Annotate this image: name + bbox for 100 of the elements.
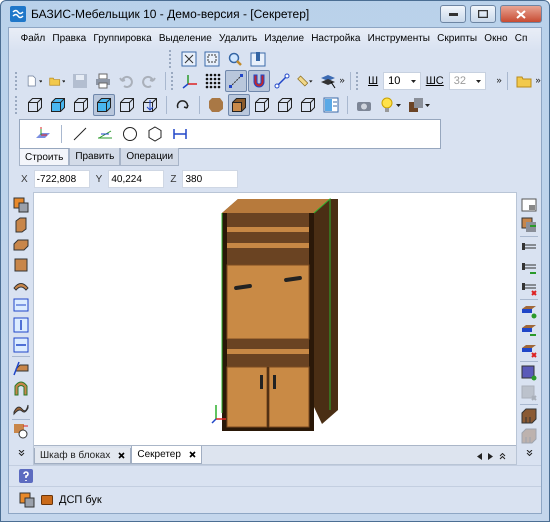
floppy-icon xyxy=(72,73,88,89)
circle-icon xyxy=(122,126,138,142)
chevron-icon[interactable] xyxy=(497,78,502,84)
menu-item[interactable]: Выделение xyxy=(155,33,216,44)
maximize-icon xyxy=(478,10,488,18)
window-title: БАЗИС-Мебельщик 10 - Демо-версия - [Секретер] xyxy=(31,7,310,21)
wood-texture-icon xyxy=(208,97,224,113)
cube-icon xyxy=(50,97,66,113)
help-icon[interactable] xyxy=(19,469,33,483)
menu-item[interactable]: Настройка xyxy=(308,33,364,44)
menu-item[interactable]: Изделие xyxy=(260,33,308,44)
field-label: Ш xyxy=(368,75,378,87)
fit-width-icon xyxy=(13,297,29,313)
coordinate-field[interactable]: -722,808 xyxy=(34,170,90,188)
boxes-icon xyxy=(408,97,424,113)
document-tab[interactable]: Секретер xyxy=(131,446,202,464)
close-icon[interactable] xyxy=(188,451,196,458)
fit-height-icon xyxy=(13,317,29,333)
chevron-icon[interactable] xyxy=(499,452,506,460)
document-icon xyxy=(26,73,38,89)
snap-icon xyxy=(228,73,244,89)
toolbar-button[interactable] xyxy=(519,216,539,234)
ruler-icon xyxy=(297,73,308,89)
toolbar-button[interactable] xyxy=(519,364,539,382)
wireframe-cube-icon xyxy=(254,97,270,113)
coordinate-field[interactable]: 380 xyxy=(182,170,238,188)
document-tab[interactable]: Шкаф в блоках xyxy=(34,448,132,464)
menu-item[interactable]: Файл xyxy=(17,33,49,44)
app-logo-icon xyxy=(10,6,26,22)
chevron-icon[interactable] xyxy=(536,78,541,84)
minimize-icon xyxy=(448,12,458,16)
panel-tab[interactable]: Операции xyxy=(120,148,180,166)
close-icon xyxy=(516,10,526,18)
wireframe-cube-icon xyxy=(27,97,43,113)
panel-edge-icon xyxy=(13,360,29,376)
menu-item[interactable]: Удалить xyxy=(215,33,261,44)
drawer-icon xyxy=(521,408,537,424)
coordinate-label: Z xyxy=(170,174,176,184)
panel-arrow-icon xyxy=(521,216,537,233)
box-plus-icon xyxy=(521,365,537,382)
hexagon-icon xyxy=(147,126,163,142)
dimension-icon xyxy=(172,126,188,142)
cube-arrows-icon xyxy=(142,97,158,113)
chevron-icon[interactable] xyxy=(526,450,532,456)
coordinate-field[interactable]: 40,224 xyxy=(108,170,164,188)
stacked-squares-icon xyxy=(13,197,29,213)
material-label: ДСП бук xyxy=(59,494,102,506)
material-swatch-icon xyxy=(41,495,53,505)
caret-icon xyxy=(396,104,401,106)
toolbar-button[interactable] xyxy=(11,296,31,314)
caret-icon xyxy=(38,80,42,82)
drawer-icon xyxy=(521,428,537,444)
step-field[interactable]: 10 xyxy=(383,72,421,90)
menu-item[interactable]: Группировка xyxy=(90,33,156,44)
maximize-button[interactable] xyxy=(470,5,496,23)
right-arrow-icon[interactable] xyxy=(488,452,493,460)
layers-icon xyxy=(320,73,336,89)
wood-cube-icon xyxy=(231,97,247,113)
box-cross-icon xyxy=(521,385,537,402)
caret-icon xyxy=(476,80,482,82)
zoom-icon xyxy=(227,51,243,67)
close-icon[interactable] xyxy=(118,452,126,459)
redo-icon xyxy=(141,73,158,89)
segment-icon xyxy=(274,73,290,89)
bulb-icon xyxy=(379,97,395,113)
toolbar-button[interactable] xyxy=(93,94,115,116)
shelf-cross-icon xyxy=(521,342,537,358)
printer-icon xyxy=(95,73,112,89)
chevron-icon[interactable] xyxy=(18,450,24,456)
caret-icon xyxy=(425,104,430,106)
toolbar-button[interactable] xyxy=(11,196,31,214)
plank-icon xyxy=(13,237,29,253)
arch-icon xyxy=(13,380,29,396)
coordinate-label: Y xyxy=(96,174,102,184)
panels-icon xyxy=(323,97,339,113)
toolbar-button[interactable] xyxy=(11,336,31,354)
toolbar-button[interactable] xyxy=(228,94,250,116)
close-button[interactable] xyxy=(500,5,542,23)
toolbar-button[interactable] xyxy=(11,316,31,334)
coordinate-label: X xyxy=(21,174,28,184)
toolbar-button[interactable] xyxy=(519,407,539,426)
wireframe-cube-icon xyxy=(73,97,89,113)
menu-item[interactable]: Окно xyxy=(480,33,512,44)
caret-icon xyxy=(309,80,314,82)
panel-tab[interactable]: Строить xyxy=(19,149,70,166)
timer-icon xyxy=(13,423,29,439)
minimize-button[interactable] xyxy=(440,5,466,23)
toolbar-button[interactable] xyxy=(11,422,31,440)
menu-item[interactable]: Скрипты xyxy=(434,33,481,44)
menu-item[interactable]: Сп xyxy=(511,33,531,44)
undo-icon xyxy=(118,73,134,89)
wireframe-cube-icon xyxy=(119,97,135,113)
menu-item[interactable]: Правка xyxy=(48,33,90,44)
chevron-icon[interactable] xyxy=(340,78,346,84)
left-arrow-icon[interactable] xyxy=(477,452,482,460)
panel-tab[interactable]: Править xyxy=(69,148,120,166)
toolbar-button[interactable] xyxy=(519,196,539,214)
window-icon xyxy=(521,196,537,213)
toolbar-button[interactable] xyxy=(11,359,31,377)
menu-item[interactable]: Инструменты xyxy=(364,33,434,44)
